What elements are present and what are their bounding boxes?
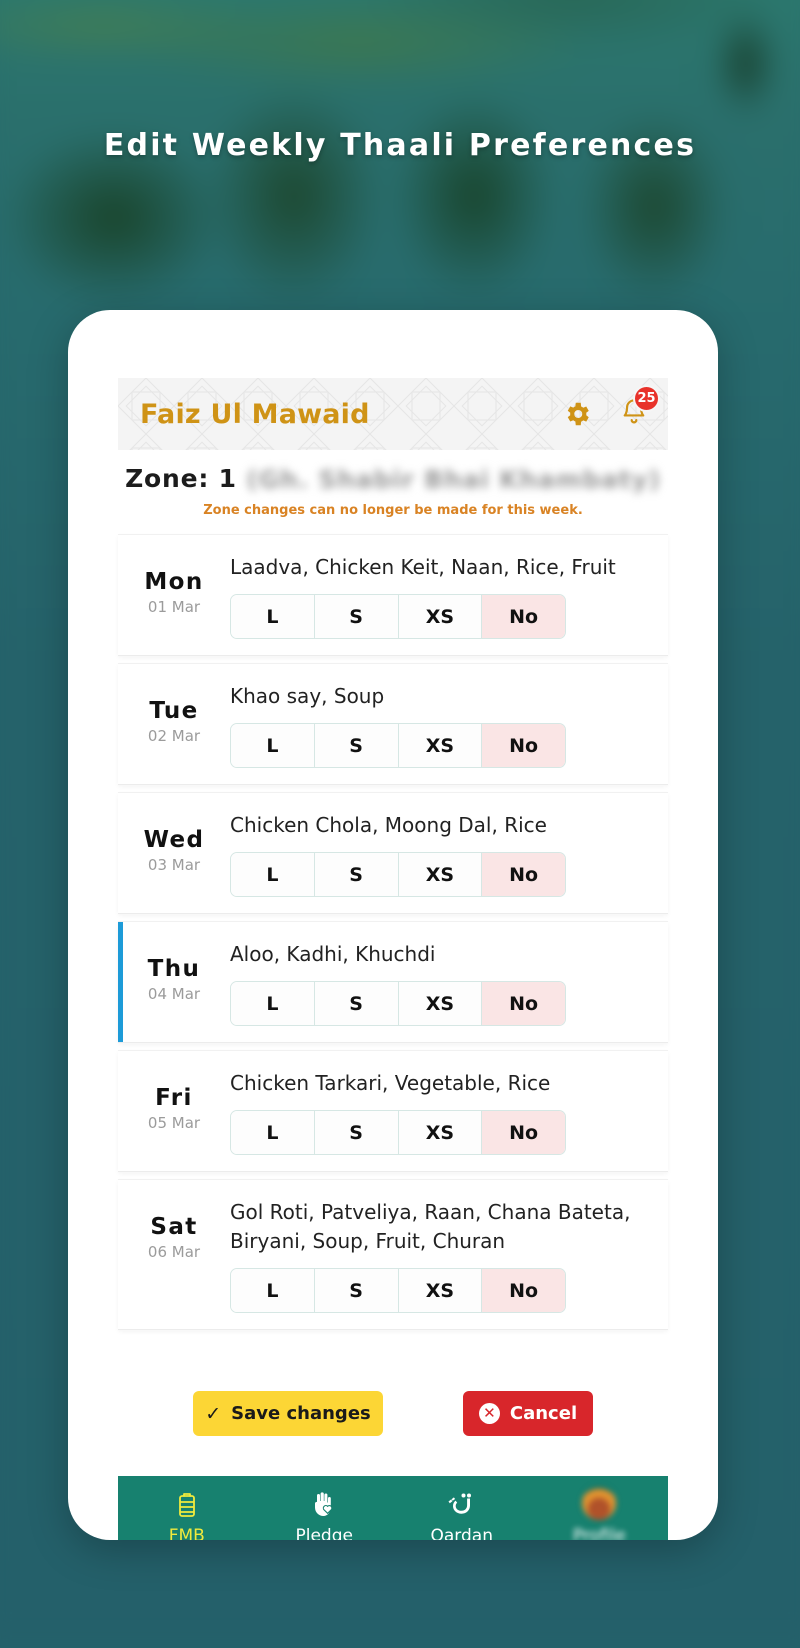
size-option-s[interactable]: S xyxy=(314,724,399,767)
size-selector: L S XS No xyxy=(230,1110,566,1155)
cancel-button-label: Cancel xyxy=(509,1403,578,1424)
action-bar: ✓ Save changes ✕ Cancel xyxy=(68,1391,718,1436)
day-date: 04 Mar xyxy=(147,985,201,1003)
size-option-xs[interactable]: XS xyxy=(398,724,483,767)
size-option-l[interactable]: L xyxy=(231,1269,315,1312)
day-body: Gol Roti, Patveliya, Raan, Chana Bateta,… xyxy=(230,1194,668,1313)
menu-text: Khao say, Soup xyxy=(230,684,385,708)
zone-masked-name: (Gh. Shabir Bhai Khambaty) xyxy=(246,465,661,494)
menu-text: Chicken Chola, Moong Dal, Rice xyxy=(230,813,547,837)
day-date: 06 Mar xyxy=(147,1243,201,1261)
day-row: Mon 01 Mar Laadva, Chicken Keit, Naan, Ric… xyxy=(118,534,668,656)
day-date-column: Sat 06 Mar xyxy=(118,1194,230,1261)
day-body: Chicken Chola, Moong Dal, Rice L S XS No xyxy=(230,807,668,897)
size-option-l[interactable]: L xyxy=(231,853,315,896)
gear-icon[interactable] xyxy=(562,399,592,429)
day-name: Mon xyxy=(144,569,204,595)
menu-text: Laadva, Chicken Keit, Naan, Rice, Fruit xyxy=(230,555,616,579)
menu-text: Chicken Tarkari, Vegetable, Rice xyxy=(230,1071,551,1095)
size-option-xs[interactable]: XS xyxy=(398,1269,483,1312)
day-date: 02 Mar xyxy=(147,727,201,745)
nav-item-qardan[interactable]: Qardan xyxy=(393,1486,531,1540)
notification-badge: 25 xyxy=(633,385,660,412)
app-header: Faiz Ul Mawaid 25 xyxy=(118,378,668,450)
day-name: Thu xyxy=(147,956,201,982)
day-date-column: Wed 03 Mar xyxy=(118,807,230,874)
hand-heart-icon xyxy=(310,1486,338,1520)
size-option-s[interactable]: S xyxy=(314,1111,399,1154)
day-name: Wed xyxy=(143,827,205,853)
zone-line: Zone: 1 (Gh. Shabir Bhai Khambaty) xyxy=(68,464,718,494)
size-option-no[interactable]: No xyxy=(482,724,565,767)
size-selector: L S XS No xyxy=(230,1268,566,1313)
day-row: Sat 06 Mar Gol Roti, Patveliya, Raan, Chan… xyxy=(118,1179,668,1330)
size-selector: L S XS No xyxy=(230,594,566,639)
notifications-button[interactable]: 25 xyxy=(620,385,660,431)
phone-mockup-card: Faiz Ul Mawaid 25 Zone: 1 (Gh. Shabir Bh… xyxy=(68,310,718,1540)
day-body: Chicken Tarkari, Vegetable, Rice L S XS No xyxy=(230,1065,668,1155)
menu-text: Gol Roti, Patveliya, Raan, Chana Bateta,… xyxy=(230,1200,631,1253)
size-option-s[interactable]: S xyxy=(314,982,399,1025)
nav-label-qardan: Qardan xyxy=(430,1526,493,1540)
day-body: Laadva, Chicken Keit, Naan, Rice, Fruit L… xyxy=(230,549,668,639)
day-date: 01 Mar xyxy=(147,598,201,616)
day-body: Khao say, Soup L S XS No xyxy=(230,678,668,768)
day-body: Aloo, Kadhi, Khuchdi L S XS No xyxy=(230,936,668,1026)
size-option-no[interactable]: No xyxy=(482,982,565,1025)
size-option-xs[interactable]: XS xyxy=(398,595,483,638)
day-date: 03 Mar xyxy=(147,856,201,874)
close-icon: ✕ xyxy=(478,1403,500,1424)
cancel-button[interactable]: ✕ Cancel xyxy=(463,1391,593,1436)
day-date-column: Thu 04 Mar xyxy=(118,936,230,1003)
size-option-l[interactable]: L xyxy=(231,1111,315,1154)
qaf-arabic-icon xyxy=(445,1486,479,1520)
size-option-xs[interactable]: XS xyxy=(398,1111,483,1154)
check-icon: ✓ xyxy=(205,1402,222,1425)
day-row: Thu 04 Mar Aloo, Kadhi, Khuchdi L S XS No xyxy=(118,921,668,1043)
size-option-s[interactable]: S xyxy=(314,853,399,896)
size-option-no[interactable]: No xyxy=(482,595,565,638)
weekly-thaali-list: Mon 01 Mar Laadva, Chicken Keit, Naan, Ric… xyxy=(118,534,668,1330)
nav-label-profile: Profile xyxy=(572,1526,626,1540)
app-brand-title: Faiz Ul Mawaid xyxy=(140,398,370,430)
menu-text: Aloo, Kadhi, Khuchdi xyxy=(230,942,436,966)
day-date-column: Fri 05 Mar xyxy=(118,1065,230,1132)
size-option-l[interactable]: L xyxy=(231,982,315,1025)
size-option-xs[interactable]: XS xyxy=(398,853,483,896)
day-date-column: Mon 01 Mar xyxy=(118,549,230,616)
size-option-s[interactable]: S xyxy=(314,1269,399,1312)
size-option-xs[interactable]: XS xyxy=(398,982,483,1025)
size-selector: L S XS No xyxy=(230,852,566,897)
tiffin-icon xyxy=(175,1486,199,1520)
save-changes-button[interactable]: ✓ Save changes xyxy=(193,1391,383,1436)
nav-item-pledge[interactable]: Pledge xyxy=(256,1486,394,1540)
size-option-no[interactable]: No xyxy=(482,853,565,896)
save-button-label: Save changes xyxy=(231,1403,371,1424)
zone-change-notice: Zone changes can no longer be made for t… xyxy=(203,503,583,518)
nav-item-profile[interactable]: Profile xyxy=(531,1486,669,1540)
size-selector: L S XS No xyxy=(230,723,566,768)
page-title: Edit Weekly Thaali Preferences xyxy=(103,128,697,163)
nav-label-fmb: FMB xyxy=(168,1526,205,1540)
size-option-no[interactable]: No xyxy=(482,1269,565,1312)
size-option-s[interactable]: S xyxy=(314,595,399,638)
day-date: 05 Mar xyxy=(147,1114,201,1132)
day-row: Fri 05 Mar Chicken Tarkari, Vegetable, Ric… xyxy=(118,1050,668,1172)
day-name: Tue xyxy=(149,698,199,724)
zone-label: Zone: 1 xyxy=(125,464,237,493)
nav-label-pledge: Pledge xyxy=(295,1526,353,1540)
day-row: Wed 03 Mar Chicken Chola, Moong Dal, Rice L… xyxy=(118,792,668,914)
size-option-l[interactable]: L xyxy=(231,595,315,638)
day-row: Tue 02 Mar Khao say, Soup L S XS No xyxy=(118,663,668,785)
size-option-no[interactable]: No xyxy=(482,1111,565,1154)
bottom-navigation: FMB Pledge Qardan Profile xyxy=(118,1476,668,1540)
nav-item-fmb[interactable]: FMB xyxy=(118,1486,256,1540)
avatar-icon xyxy=(582,1486,617,1520)
day-name: Fri xyxy=(155,1085,193,1111)
day-name: Sat xyxy=(150,1214,198,1240)
day-date-column: Tue 02 Mar xyxy=(118,678,230,745)
size-selector: L S XS No xyxy=(230,981,566,1026)
size-option-l[interactable]: L xyxy=(231,724,315,767)
